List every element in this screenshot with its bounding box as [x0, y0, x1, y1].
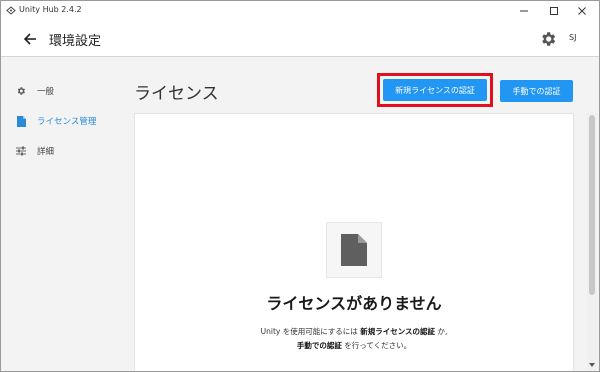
back-button[interactable]: [21, 30, 39, 48]
sliders-icon: [15, 145, 27, 157]
manual-activation-button[interactable]: 手動での認証: [500, 80, 573, 102]
maximize-icon: [550, 7, 558, 15]
section-title: ライセンス: [134, 84, 219, 104]
page-title: 環境設定: [49, 34, 102, 49]
desc-text: を行ってください。: [341, 341, 412, 350]
maximize-button[interactable]: [539, 2, 569, 20]
minimize-icon: [520, 10, 528, 12]
empty-state-description-line1: Unity を使用可能にするには 新規ライセンスの認証 か,: [134, 326, 574, 337]
scroll-down-icon[interactable]: [588, 361, 596, 369]
close-window-button[interactable]: [567, 2, 597, 20]
new-license-button[interactable]: 新規ライセンスの認証: [383, 79, 487, 101]
document-icon: [15, 115, 27, 127]
preferences-header: 環境設定 SJ: [1, 21, 599, 57]
unity-logo-icon: [6, 6, 16, 15]
app-window: Unity Hub 2.4.2 環境設定 SJ 一般 ライセンス管理 詳細 ライ…: [0, 0, 600, 372]
sidebar-item-general[interactable]: 一般: [1, 79, 126, 103]
sidebar-item-label: 一般: [37, 87, 55, 97]
user-avatar[interactable]: SJ: [569, 33, 576, 42]
desc-bold-manual: 手動での認証: [296, 341, 342, 350]
empty-state-icon-box: [326, 222, 382, 278]
document-icon: [341, 234, 367, 266]
scrollbar-thumb[interactable]: [589, 115, 595, 295]
sidebar-item-license[interactable]: ライセンス管理: [1, 109, 126, 133]
desc-text: か,: [435, 327, 448, 336]
title-bar: Unity Hub 2.4.2: [1, 1, 599, 21]
desc-bold-new-license: 新規ライセンスの認証: [360, 327, 436, 336]
sidebar-item-advanced[interactable]: 詳細: [1, 139, 126, 163]
gear-icon[interactable]: [539, 30, 557, 48]
minimize-button[interactable]: [509, 2, 539, 20]
empty-state-title: ライセンスがありません: [266, 294, 442, 313]
arrow-left-icon: [23, 33, 36, 45]
window-title: Unity Hub 2.4.2: [19, 5, 82, 14]
desc-text: Unity を使用可能にするには: [260, 327, 361, 336]
sidebar-item-label: ライセンス管理: [37, 117, 97, 127]
gear-icon: [15, 85, 27, 97]
close-icon: [578, 7, 586, 15]
sidebar-item-label: 詳細: [37, 147, 55, 157]
empty-state-description-line2: 手動での認証 を行ってください。: [134, 340, 574, 351]
